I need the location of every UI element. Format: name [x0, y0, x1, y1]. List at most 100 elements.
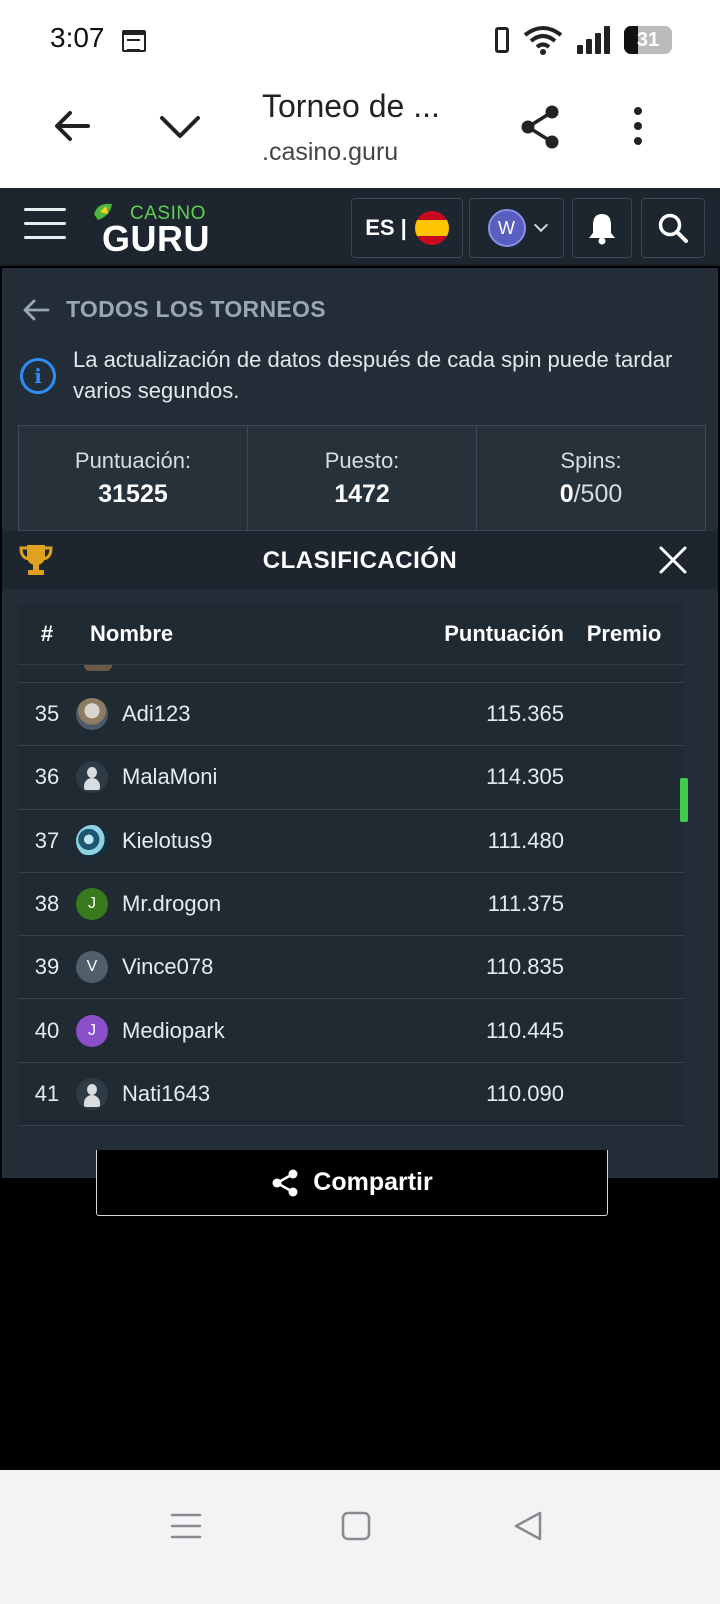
leaderboard-table[interactable]: # Nombre Puntuación Premio 35 Adi123 115.3…: [18, 603, 684, 1127]
table-row[interactable]: 41 Nati1643 110.090: [18, 1063, 684, 1127]
row-score: 115.365: [486, 701, 564, 727]
navigation-bar: [0, 1470, 720, 1604]
bell-icon: [589, 214, 615, 245]
player-avatar: [76, 761, 108, 794]
share-icon: [272, 1169, 298, 1196]
user-menu[interactable]: W: [469, 198, 564, 258]
page-url[interactable]: .casino.guru: [262, 138, 398, 167]
chevron-down-icon[interactable]: [158, 106, 202, 146]
header-rank: #: [40, 620, 54, 646]
search-icon: [658, 213, 688, 243]
header-name: Nombre: [90, 620, 174, 646]
home-icon[interactable]: [336, 1506, 376, 1546]
row-player: MalaMoni: [76, 761, 404, 794]
row-rank: 38: [34, 891, 60, 917]
close-icon[interactable]: [658, 545, 688, 575]
leaderboard-header: CLASIFICACIÓN: [2, 531, 718, 589]
stat-spins-used: 0: [559, 480, 574, 508]
share-label: Compartir: [313, 1168, 433, 1196]
info-text: La actualización de datos después de cad…: [73, 347, 673, 403]
notifications-button[interactable]: [572, 198, 632, 258]
row-player: Nati1643: [76, 1077, 404, 1110]
player-avatar: J: [76, 1014, 108, 1047]
row-rank: 39: [34, 954, 60, 980]
row-name: MalaMoni: [122, 764, 218, 790]
table-row[interactable]: 36 MalaMoni 114.305: [18, 746, 684, 810]
row-player: Kielotus9: [76, 824, 404, 857]
table-row[interactable]: 39 V Vince078 110.835: [18, 936, 684, 1000]
back-arrow-icon[interactable]: [52, 106, 92, 146]
wifi-icon: [523, 26, 563, 55]
row-name: Kielotus9: [122, 827, 213, 853]
table-row-partial: [18, 665, 684, 683]
player-avatar: J: [76, 888, 108, 921]
battery-icon: 31: [624, 26, 672, 54]
menu-icon[interactable]: [24, 208, 66, 242]
leaderboard-title: CLASIFICACIÓN: [262, 547, 458, 574]
row-rank: 36: [34, 764, 60, 790]
table-header: # Nombre Puntuación Premio: [18, 603, 684, 665]
back-icon[interactable]: [508, 1506, 548, 1546]
player-avatar: [76, 1077, 108, 1110]
all-tournaments-link[interactable]: TODOS LOS TORNEOS: [22, 296, 326, 323]
site-header: CASINO GURU ES | W: [0, 188, 720, 266]
table-row[interactable]: 38 J Mr.drogon 111.375: [18, 873, 684, 937]
casino-guru-logo[interactable]: CASINO GURU: [92, 196, 212, 259]
vibrate-icon: [495, 27, 509, 53]
share-button[interactable]: Compartir: [96, 1150, 608, 1216]
browser-toolbar: Torneo de ... .casino.guru: [0, 80, 720, 188]
player-avatar: [76, 824, 108, 857]
row-score: 110.835: [486, 954, 564, 980]
signal-icon: [577, 26, 610, 54]
status-bar: 3:07 31: [0, 0, 720, 80]
stat-spins: Spins: 0/500: [477, 426, 705, 530]
row-rank: 37: [34, 827, 60, 853]
row-score: 114.305: [486, 764, 564, 790]
language-selector[interactable]: ES |: [351, 198, 463, 258]
row-name: Vince078: [122, 954, 214, 980]
row-score: 110.445: [486, 1017, 564, 1043]
share-icon[interactable]: [518, 104, 562, 150]
stat-score-value: 31525: [98, 480, 168, 508]
table-row[interactable]: 37 Kielotus9 111.480: [18, 810, 684, 873]
more-vert-icon[interactable]: [632, 106, 644, 146]
stat-score-label: Puntuación:: [74, 448, 192, 473]
row-score: 111.375: [487, 891, 564, 917]
row-player: V Vince078: [76, 951, 404, 984]
row-rank: 40: [34, 1017, 60, 1043]
table-row[interactable]: 35 Adi123 115.365: [18, 683, 684, 747]
status-icons: 31: [495, 22, 672, 58]
search-button[interactable]: [641, 198, 705, 258]
row-name: Mediopark: [122, 1017, 225, 1043]
table-body: 35 Adi123 115.365 36 MalaMoni 114.305 37 Kielot…: [18, 683, 684, 1127]
stat-spins-total: /500: [573, 480, 623, 508]
scrollbar-thumb[interactable]: [680, 778, 688, 822]
row-name: Nati1643: [122, 1080, 211, 1106]
stat-rank: Puesto: 1472: [248, 426, 477, 530]
player-avatar: V: [76, 951, 108, 984]
header-score: Puntuación: [444, 620, 564, 646]
row-rank: 41: [34, 1080, 60, 1106]
status-time: 3:07: [50, 22, 105, 53]
stats-bar: Puntuación: 31525 Puesto: 1472 Spins: 0/…: [18, 425, 706, 531]
user-avatar: W: [487, 209, 526, 247]
row-name: Mr.drogon: [122, 891, 222, 917]
page-title[interactable]: Torneo de ...: [262, 88, 440, 125]
row-player: Adi123: [76, 698, 404, 731]
battery-level: 31: [636, 28, 660, 51]
row-player: J Mediopark: [76, 1014, 404, 1047]
row-score: 110.090: [486, 1080, 564, 1106]
calendar-icon: [122, 30, 146, 52]
language-code: ES |: [365, 215, 407, 240]
stat-rank-label: Puesto:: [324, 448, 400, 473]
stat-score: Puntuación: 31525: [19, 426, 248, 530]
row-score: 111.480: [487, 827, 564, 853]
chevron-down-icon: [533, 217, 548, 233]
logo-text-bottom: GURU: [102, 218, 210, 259]
recents-icon[interactable]: [166, 1506, 206, 1546]
table-row[interactable]: 40 J Mediopark 110.445: [18, 999, 684, 1063]
player-avatar: [76, 698, 108, 731]
stat-rank-value: 1472: [334, 480, 390, 508]
row-name: Adi123: [122, 701, 191, 727]
tournament-panel: TODOS LOS TORNEOS i La actualización de …: [2, 268, 718, 1178]
